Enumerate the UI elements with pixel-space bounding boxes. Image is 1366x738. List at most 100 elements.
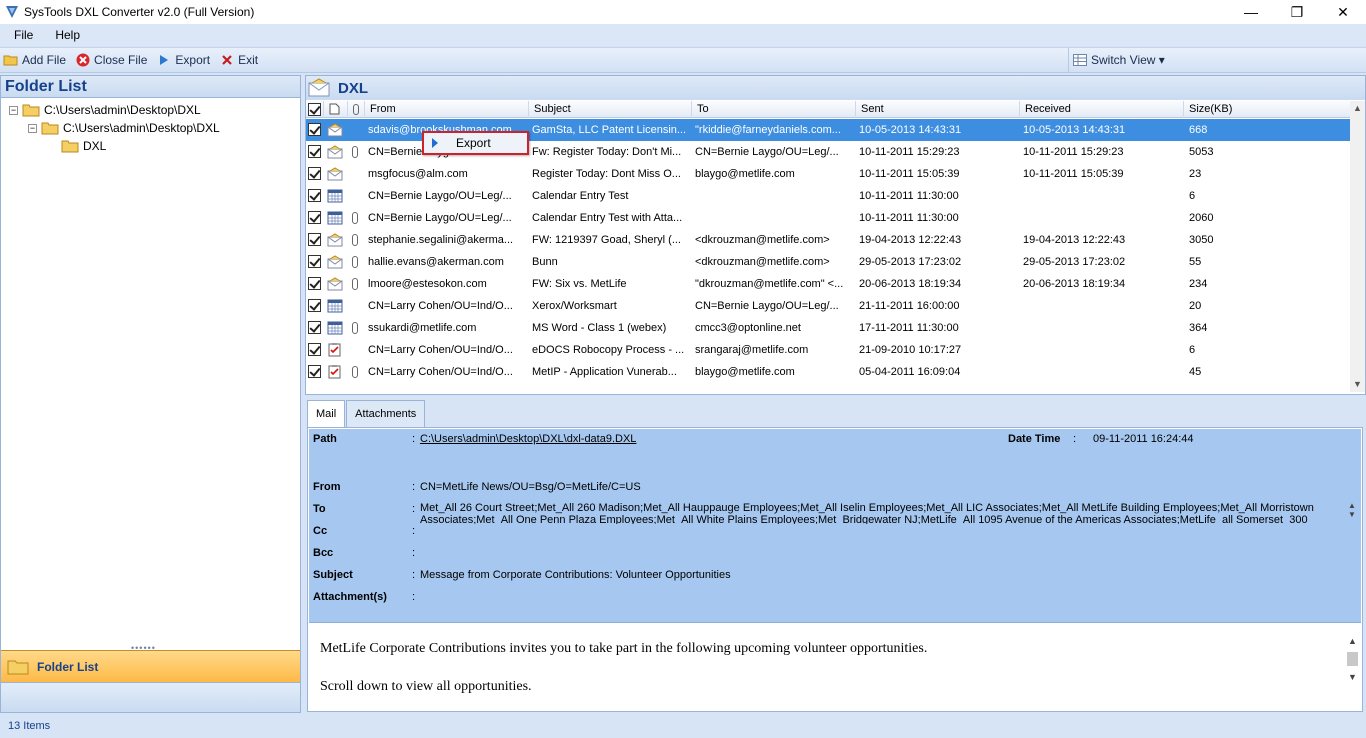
mail-row[interactable]: lmoore@estesokon.com FW: Six vs. MetLife "… xyxy=(306,273,1351,295)
menu-file[interactable]: File xyxy=(0,28,41,42)
cell-subject: FW: Six vs. MetLife xyxy=(532,278,627,290)
collapse-icon[interactable]: − xyxy=(9,105,18,115)
tab-mail[interactable]: Mail xyxy=(307,400,346,427)
scroll-up-icon[interactable]: ▲ xyxy=(1345,636,1360,646)
context-menu-export-label: Export xyxy=(456,136,491,150)
colon: : xyxy=(1073,433,1077,445)
minimize-button[interactable]: — xyxy=(1228,0,1274,24)
scroll-down-icon[interactable]: ▼ xyxy=(1345,672,1360,682)
tree-node-dxl[interactable]: DXL xyxy=(61,137,106,155)
row-checkbox[interactable] xyxy=(308,167,321,180)
cell-subject: Calendar Entry Test xyxy=(532,190,629,202)
column-to[interactable]: To xyxy=(692,101,856,118)
play-arrow-icon xyxy=(432,138,438,148)
mail-row[interactable]: CN=Larry Cohen/OU=Ind/O... eDOCS Robocopy… xyxy=(306,339,1351,361)
export-button[interactable]: Export xyxy=(156,52,210,68)
mail-row[interactable]: hallie.evans@akerman.com Bunn <dkrouzman@m… xyxy=(306,251,1351,273)
row-checkbox[interactable] xyxy=(308,233,321,246)
row-checkbox[interactable] xyxy=(308,211,321,224)
row-checkbox[interactable] xyxy=(308,277,321,290)
row-checkbox[interactable] xyxy=(308,365,321,378)
cell-received xyxy=(1023,317,1181,339)
paperclip-icon xyxy=(352,212,358,224)
row-checkbox[interactable] xyxy=(308,145,321,158)
scroll-down-icon[interactable]: ▼ xyxy=(1350,377,1365,392)
select-all-checkbox[interactable] xyxy=(306,101,324,118)
cell-to: srangaraj@metlife.com xyxy=(695,344,809,356)
tree-node-child[interactable]: − C:\Users\admin\Desktop\DXL xyxy=(28,119,220,137)
cell-from: stephanie.segalini@akerma... xyxy=(368,234,514,246)
cell-to: <dkrouzman@metlife.com> xyxy=(695,256,830,268)
cell-received: 10-05-2013 14:43:31 xyxy=(1023,124,1126,136)
mail-list-scrollbar[interactable]: ▲ ▼ xyxy=(1350,101,1365,392)
tree-node-root[interactable]: − C:\Users\admin\Desktop\DXL xyxy=(9,101,201,119)
cell-subject: eDOCS Robocopy Process - ... xyxy=(532,344,685,356)
close-window-button[interactable]: ✕ xyxy=(1320,0,1366,24)
cell-to: blaygo@metlife.com xyxy=(695,168,795,180)
mail-row[interactable]: CN=Bernie Laygo/OU=Leg/... Calendar Entry… xyxy=(306,207,1351,229)
cell-size: 2060 xyxy=(1189,212,1214,224)
row-checkbox[interactable] xyxy=(308,321,321,334)
calendar-icon xyxy=(327,211,343,225)
row-checkbox[interactable] xyxy=(308,189,321,202)
cell-received: 20-06-2013 18:19:34 xyxy=(1023,278,1126,290)
folder-open-icon xyxy=(3,52,19,68)
window-title: SysTools DXL Converter v2.0 (Full Versio… xyxy=(24,5,255,19)
cell-sent: 17-11-2011 11:30:00 xyxy=(859,322,959,334)
mail-list-header: DXL xyxy=(306,76,1365,100)
colon: : xyxy=(412,481,416,493)
folder-list-title: Folder List xyxy=(1,76,300,98)
cell-received xyxy=(1023,339,1181,361)
cell-sent: 21-09-2010 10:17:27 xyxy=(859,344,962,356)
cell-size: 45 xyxy=(1189,366,1202,378)
scroll-thumb[interactable] xyxy=(1347,652,1358,666)
tab-attachments[interactable]: Attachments xyxy=(346,400,426,427)
scroll-down-icon[interactable]: ▼ xyxy=(1345,510,1359,519)
menu-help[interactable]: Help xyxy=(41,28,88,42)
attachment-column-icon xyxy=(348,101,365,118)
column-subject[interactable]: Subject xyxy=(529,101,692,118)
cell-from: hallie.evans@akerman.com xyxy=(368,256,504,268)
column-from[interactable]: From xyxy=(365,101,529,118)
cell-subject: Xerox/Worksmart xyxy=(532,300,617,312)
to-field-scrollbar[interactable]: ▲ ▼ xyxy=(1345,501,1359,527)
path-link[interactable]: C:\Users\admin\Desktop\DXL\dxl-data9.DXL xyxy=(420,433,636,445)
body-scrollbar[interactable]: ▲ ▼ xyxy=(1345,636,1360,696)
mail-row[interactable]: ssukardi@metlife.com MS Word - Class 1 (w… xyxy=(306,317,1351,339)
add-file-button[interactable]: Add File xyxy=(3,52,66,68)
folder-open-icon xyxy=(41,122,59,135)
scroll-up-icon[interactable]: ▲ xyxy=(1345,501,1359,510)
nav-folder-list-button[interactable]: Folder List xyxy=(1,650,300,682)
mail-row[interactable]: CN=Larry Cohen/OU=Ind/O... MetIP - Applic… xyxy=(306,361,1351,383)
cell-subject: Calendar Entry Test with Atta... xyxy=(532,212,683,224)
row-checkbox[interactable] xyxy=(308,299,321,312)
column-sent[interactable]: Sent xyxy=(856,101,1020,118)
task-icon xyxy=(328,343,341,357)
mail-row[interactable]: msgfocus@alm.com Register Today: Dont Mis… xyxy=(306,163,1351,185)
add-file-label: Add File xyxy=(22,53,67,67)
collapse-icon[interactable]: − xyxy=(28,123,37,133)
cell-subject: MetIP - Application Vunerab... xyxy=(532,366,677,378)
switch-view-button[interactable]: Switch View ▾ xyxy=(1068,48,1366,72)
maximize-button[interactable]: ❐ xyxy=(1274,0,1320,24)
column-size[interactable]: Size(KB) xyxy=(1184,101,1351,118)
switch-view-label: Switch View ▾ xyxy=(1091,53,1165,67)
menu-bar: File Help xyxy=(0,24,1366,46)
row-checkbox[interactable] xyxy=(308,123,321,136)
context-menu-export[interactable]: Export xyxy=(422,131,529,155)
exit-button[interactable]: Exit xyxy=(219,52,258,68)
from-value: CN=MetLife News/OU=Bsg/O=MetLife/C=US xyxy=(420,481,641,493)
cell-sent: 10-11-2011 11:30:00 xyxy=(859,190,959,202)
tree-node-label: C:\Users\admin\Desktop\DXL xyxy=(44,103,201,117)
colon: : xyxy=(412,591,416,603)
scroll-up-icon[interactable]: ▲ xyxy=(1350,101,1365,116)
row-checkbox[interactable] xyxy=(308,343,321,356)
row-checkbox[interactable] xyxy=(308,255,321,268)
close-file-button[interactable]: Close File xyxy=(75,52,147,68)
mail-row[interactable]: stephanie.segalini@akerma... FW: 1219397 … xyxy=(306,229,1351,251)
column-received[interactable]: Received xyxy=(1020,101,1184,118)
mail-preview: Path : C:\Users\admin\Desktop\DXL\dxl-da… xyxy=(307,427,1363,712)
mail-row[interactable]: CN=Larry Cohen/OU=Ind/O... Xerox/Worksmar… xyxy=(306,295,1351,317)
envelope-icon xyxy=(308,78,330,97)
mail-row[interactable]: CN=Bernie Laygo/OU=Leg/... Calendar Entry… xyxy=(306,185,1351,207)
